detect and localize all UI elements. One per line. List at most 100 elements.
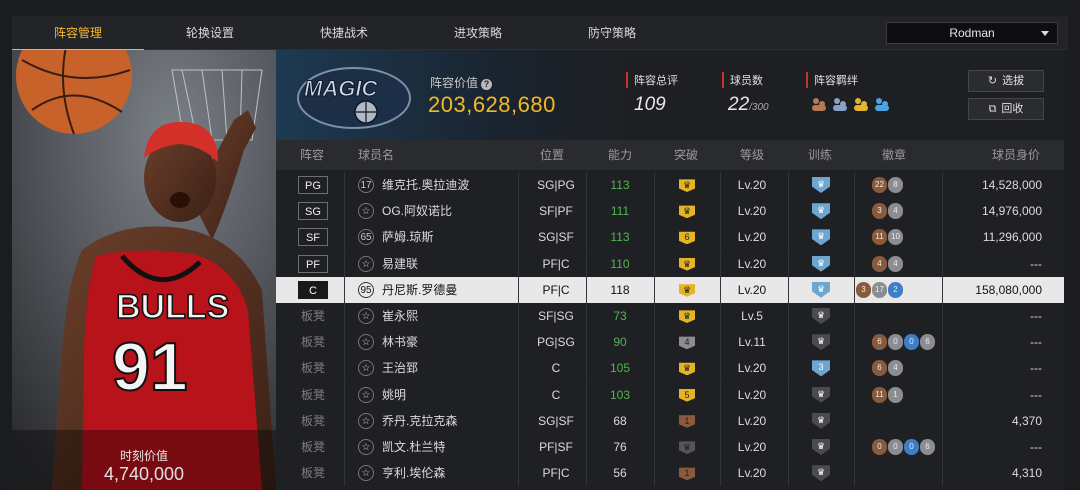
column-divider [720, 172, 721, 198]
player-price: 14,528,000 [981, 178, 1042, 192]
badge-medals[interactable]: 6006 [872, 334, 935, 351]
slot-label: 板凳 [300, 361, 325, 376]
training-shield-icon[interactable]: ♛ [812, 255, 830, 272]
table-row[interactable]: C 95 丹尼斯.罗德曼 PF|C 118 ♛ Lv.20 ♛ 3 17 2 158,080,000 [276, 276, 1064, 303]
badge-medals[interactable]: 44 [872, 255, 903, 272]
player-name[interactable]: 易建联 [382, 251, 418, 277]
column-divider [344, 407, 345, 434]
training-shield-icon[interactable]: ♛ [812, 465, 830, 482]
column-divider [720, 198, 721, 225]
player-rank-icon: ☆ [358, 203, 374, 220]
player-rank-icon: ☆ [358, 255, 374, 272]
slot-label: 板凳 [300, 309, 325, 323]
bond-icons[interactable] [810, 96, 891, 112]
bond-label: 阵容羁绊 [806, 72, 858, 88]
table-row[interactable]: 板凳 ☆ 王治郅 C 105 ♛ Lv.20 3 6 4 --- [276, 355, 1064, 382]
badge-medals[interactable]: 3 17 2 [856, 281, 903, 298]
player-name[interactable]: 崔永熙 [382, 303, 418, 329]
training-shield-icon[interactable]: ♛ [812, 281, 830, 298]
tab-rotation-settings[interactable]: 轮换设置 [144, 16, 276, 50]
training-shield-icon[interactable]: ♛ [812, 334, 830, 351]
training-shield-icon[interactable]: ♛ [812, 229, 830, 246]
player-name[interactable]: 姚明 [382, 382, 406, 408]
table-row[interactable]: PF ☆ 易建联 PF|C 110 ♛ Lv.20 ♛ 4 4 --- [276, 250, 1064, 277]
badge-medal-icon: 11 [872, 229, 887, 246]
column-divider [942, 172, 943, 198]
table-row[interactable]: 板凳 ☆ 姚明 C 103 5 Lv.20 ♛ 11 1 --- [276, 381, 1064, 408]
badge-medals[interactable]: 64 [872, 360, 903, 377]
col-level[interactable]: 等级 [740, 140, 764, 170]
player-name[interactable]: 丹尼斯.罗德曼 [382, 277, 457, 303]
training-shield-icon[interactable]: ♛ [812, 412, 830, 429]
table-row[interactable]: SF 65 萨姆.琼斯 SG|SF 113 6 Lv.20 ♛ 11 10 11,296,000 [276, 224, 1064, 251]
col-lineup[interactable]: 阵容 [300, 140, 324, 170]
player-level: Lv.20 [737, 178, 767, 192]
col-training[interactable]: 训练 [808, 140, 832, 170]
slot-label: 板凳 [300, 387, 325, 402]
player-name[interactable]: OG.阿奴诺比 [382, 198, 452, 224]
training-shield-icon[interactable]: ♛ [812, 308, 830, 324]
col-position[interactable]: 位置 [540, 140, 564, 170]
table-row[interactable]: 板凳 ☆ 林书豪 PG|SG 90 4 Lv.11 ♛ 6 0 0 6 --- [276, 329, 1064, 356]
player-name[interactable]: 维克托.奥拉迪波 [382, 172, 469, 198]
recycle-button[interactable]: ⧉ 回收 [968, 98, 1044, 120]
col-ability[interactable]: 能力 [608, 140, 632, 170]
bond-icon-blue[interactable] [873, 96, 891, 112]
training-shield-icon[interactable]: 3 [812, 360, 830, 377]
tab-quick-tactics[interactable]: 快捷战术 [278, 16, 410, 50]
player-name[interactable]: 凯文.杜兰特 [382, 434, 445, 460]
table-row[interactable]: SG ☆ OG.阿奴诺比 SF|PF 111 ♛ Lv.20 ♛ 3 4 14,976,000 [276, 198, 1064, 225]
column-divider [854, 303, 855, 329]
lineup-dropdown[interactable]: Rodman [886, 22, 1058, 44]
column-divider [720, 407, 721, 434]
player-rank-icon: ☆ [358, 386, 374, 403]
col-player-name[interactable]: 球员名 [358, 140, 394, 170]
badge-medals[interactable]: 11 1 [872, 386, 903, 403]
slot-badge: C [296, 277, 330, 303]
col-badges[interactable]: 徽章 [882, 140, 906, 170]
player-name[interactable]: 乔丹.克拉克森 [382, 408, 457, 434]
select-button[interactable]: ↻ 选拔 [968, 70, 1044, 92]
training-shield-icon[interactable]: ♛ [812, 386, 830, 403]
player-name[interactable]: 王治郅 [382, 355, 418, 381]
badge-medals[interactable]: 11 10 [872, 229, 903, 246]
table-row[interactable]: 板凳 ☆ 亨利.埃伦森 PF|C 56 1 Lv.20 ♛ 4,310 [276, 460, 1064, 487]
column-divider [788, 303, 789, 329]
training-shield-icon[interactable]: ♛ [812, 203, 830, 220]
breakout-crown-icon: ♛ [679, 257, 695, 271]
table-row[interactable]: 板凳 ☆ 乔丹.克拉克森 SG|SF 68 1 Lv.20 ♛ 4,370 [276, 407, 1064, 434]
col-breakout[interactable]: 突破 [674, 140, 698, 170]
bond-icon-gold[interactable] [852, 96, 870, 112]
player-name[interactable]: 亨利.埃伦森 [382, 460, 445, 486]
badge-medal-icon: 3 [856, 281, 871, 298]
badge-medal-icon: 11 [872, 386, 887, 403]
training-shield-icon[interactable]: ♛ [812, 439, 830, 455]
player-position: PF|C [542, 282, 570, 297]
player-photo-illustration: BULLS 91 [12, 50, 276, 490]
player-name[interactable]: 林书豪 [382, 329, 418, 355]
badge-medals[interactable]: 0006 [872, 439, 935, 455]
bond-icon-silver[interactable] [831, 96, 849, 112]
bond-icon-bronze[interactable] [810, 96, 828, 112]
column-divider [942, 407, 943, 434]
badge-medals[interactable]: 22 8 [872, 177, 903, 193]
player-position: SG|SF [538, 413, 574, 428]
moment-value-label: 时刻价值 [119, 449, 168, 463]
tab-defense-strategy[interactable]: 防守策略 [546, 16, 678, 50]
breakout-crown-icon: 4 [679, 336, 695, 350]
column-divider [942, 198, 943, 225]
player-name[interactable]: 萨姆.琼斯 [382, 224, 433, 250]
badge-medal-icon: 6 [872, 334, 887, 351]
column-divider [518, 172, 519, 198]
player-ability: 56 [613, 466, 627, 481]
table-row[interactable]: 板凳 ☆ 崔永熙 SF|SG 73 ♛ Lv.5 ♛ --- [276, 303, 1064, 329]
help-icon[interactable]: ? [481, 79, 493, 90]
badge-medals[interactable]: 34 [872, 203, 903, 220]
table-row[interactable]: 板凳 ☆ 凯文.杜兰特 PF|SF 76 ♛ Lv.20 ♛ 0 0 0 6 --- [276, 434, 1064, 460]
tab-lineup-management[interactable]: 阵容管理 [12, 16, 144, 51]
tab-offense-strategy[interactable]: 进攻策略 [412, 16, 544, 50]
player-price: --- [1030, 256, 1042, 271]
col-player-price[interactable]: 球员身价 [992, 140, 1040, 170]
table-row[interactable]: PG 17 维克托.奥拉迪波 SG|PG 113 ♛ Lv.20 ♛ 22 8 14,528,000 [276, 172, 1064, 198]
training-shield-icon[interactable]: ♛ [812, 177, 830, 193]
